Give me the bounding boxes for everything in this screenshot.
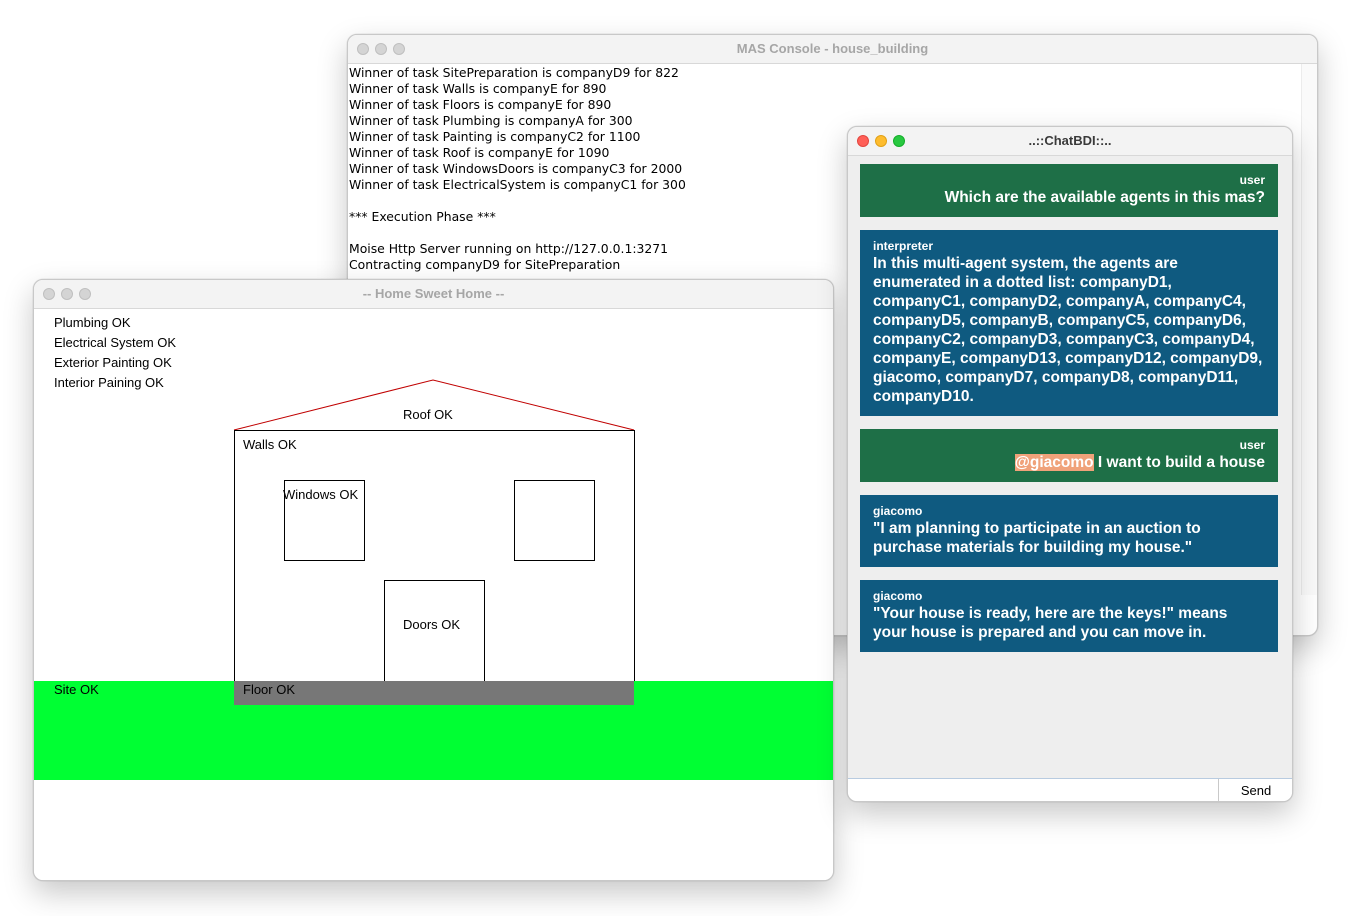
message-text: I want to build a house <box>1093 454 1265 471</box>
close-button[interactable] <box>357 43 369 55</box>
message-body: Which are the available agents in this m… <box>873 188 1265 207</box>
console-scrollbar[interactable] <box>1301 64 1317 595</box>
minimize-button[interactable] <box>61 288 73 300</box>
windows-label: Windows OK <box>283 487 359 502</box>
chat-input-bar: Send <box>848 778 1292 801</box>
message-sender: interpreter <box>873 239 934 253</box>
user-message: user Which are the available agents in th… <box>860 164 1278 217</box>
message-sender: giacomo <box>873 589 923 603</box>
chat-titlebar[interactable]: ..::ChatBDI::.. <box>848 127 1292 156</box>
message-text: In this multi-agent system, the agents a… <box>873 255 1263 405</box>
console-log-line: Winner of task Walls is companyE for 890 <box>349 81 607 96</box>
zoom-button[interactable] <box>79 288 91 300</box>
zoom-button[interactable] <box>393 43 405 55</box>
home-titlebar[interactable]: -- Home Sweet Home -- <box>34 280 833 309</box>
message-sender: user <box>1239 173 1265 187</box>
message-text: "Your house is ready, here are the keys!… <box>873 605 1228 641</box>
home-window: -- Home Sweet Home -- Plumbing OK Electr… <box>33 279 834 881</box>
console-log-line: Winner of task Floors is companyE for 89… <box>349 97 612 112</box>
message-body: "I am planning to participate in an auct… <box>873 519 1265 557</box>
close-button[interactable] <box>857 135 869 147</box>
message-sender: user <box>1239 438 1265 452</box>
walls-label: Walls OK <box>243 437 297 452</box>
window-title: ..::ChatBDI::.. <box>1028 133 1112 148</box>
mas-console-titlebar[interactable]: MAS Console - house_building <box>348 35 1317 64</box>
mention-tag[interactable]: @giacomo <box>1014 454 1094 471</box>
agent-message: interpreter In this multi-agent system, t… <box>860 230 1278 416</box>
message-body: @giacomo I want to build a house <box>873 453 1265 472</box>
roof-label: Roof OK <box>403 407 453 422</box>
house-canvas: Plumbing OK Electrical System OK Exterio… <box>34 309 833 880</box>
window-right <box>514 480 595 561</box>
window-title: -- Home Sweet Home -- <box>362 286 505 301</box>
chat-window: ..::ChatBDI::.. userWhich are the availa… <box>847 126 1293 802</box>
message-text: "I am planning to participate in an auct… <box>873 520 1201 556</box>
minimize-button[interactable] <box>875 135 887 147</box>
close-button[interactable] <box>43 288 55 300</box>
message-body: "Your house is ready, here are the keys!… <box>873 604 1265 642</box>
send-button[interactable]: Send <box>1220 779 1292 801</box>
agent-message: giacomo "I am planning to participate in … <box>860 495 1278 567</box>
chat-message-list[interactable]: user Which are the available agents in th… <box>860 164 1278 665</box>
message-text: Which are the available agents in this m… <box>944 189 1265 206</box>
window-title: MAS Console - house_building <box>736 41 929 56</box>
site-label: Site OK <box>54 682 99 697</box>
minimize-button[interactable] <box>375 43 387 55</box>
chat-input[interactable] <box>848 779 1219 801</box>
doors-label: Doors OK <box>403 617 461 632</box>
floor-label: Floor OK <box>243 682 296 697</box>
user-message: user @giacomo I want to build a house <box>860 429 1278 482</box>
zoom-button[interactable] <box>893 135 905 147</box>
console-log-line: Winner of task SitePreparation is compan… <box>349 65 679 80</box>
message-body: In this multi-agent system, the agents a… <box>873 254 1265 406</box>
agent-message: giacomo "Your house is ready, here are th… <box>860 580 1278 652</box>
message-sender: giacomo <box>873 504 923 518</box>
